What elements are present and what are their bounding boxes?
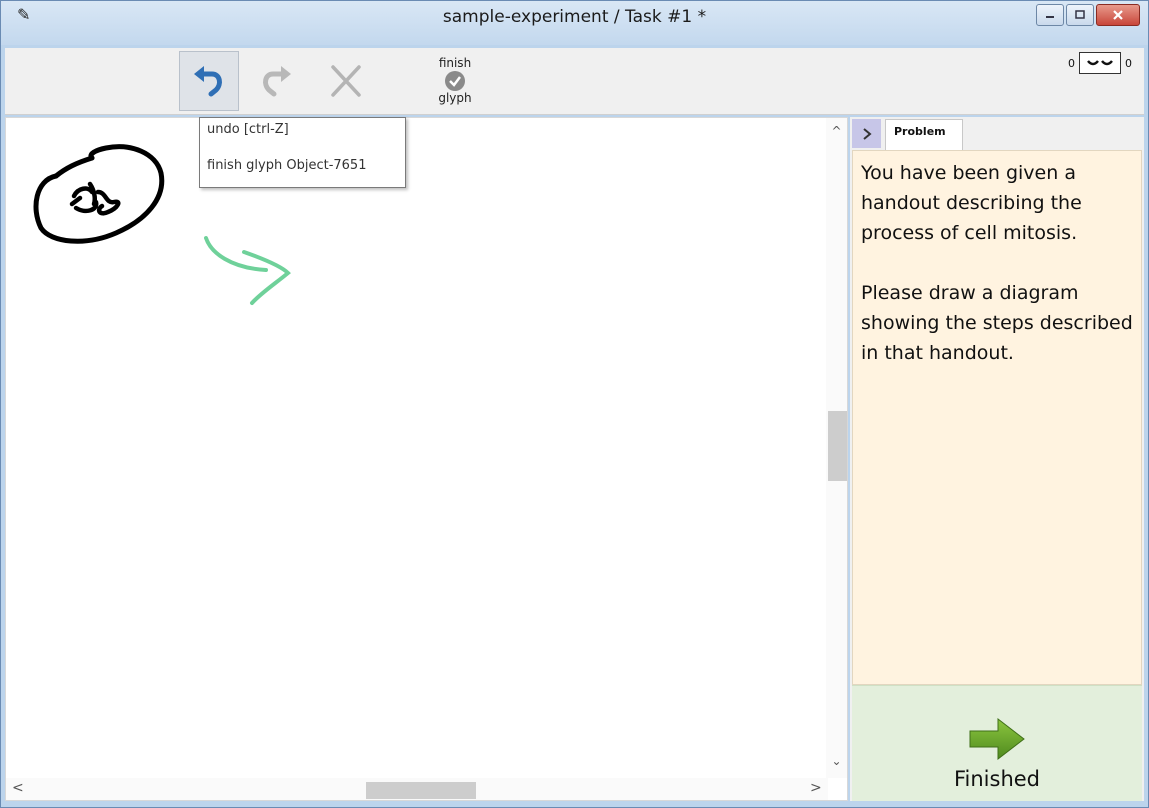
maximize-button[interactable] (1066, 4, 1094, 26)
window-title: sample-experiment / Task #1 * (442, 7, 707, 27)
panel-tab-bar: Problem (850, 117, 1144, 151)
finish-glyph-label-top: finish (438, 56, 472, 70)
face-icon (1079, 52, 1121, 74)
window-controls (1034, 4, 1140, 26)
collapse-panel-button[interactable] (852, 119, 881, 148)
undo-icon (194, 66, 222, 97)
vertical-scroll-thumb[interactable] (828, 411, 847, 481)
tooltip-line-undo: undo [ctrl-Z] (207, 122, 289, 137)
delete-button[interactable] (321, 51, 371, 111)
finish-glyph-label-bottom: glyph (438, 91, 472, 105)
redo-icon (263, 66, 291, 97)
tab-problem[interactable]: Problem (885, 119, 963, 151)
scroll-left-icon[interactable]: < (12, 780, 24, 796)
scroll-up-icon[interactable]: ^ (826, 124, 847, 138)
counter-right: 0 (1125, 56, 1132, 70)
problem-paragraph: Please draw a diagram showing the steps … (861, 282, 1133, 364)
scroll-right-icon[interactable]: > (810, 780, 822, 796)
counter-left: 0 (1068, 56, 1075, 70)
sketch-layer[interactable] (6, 118, 828, 778)
arrow-right-icon (969, 717, 1025, 761)
app-window: ✎ sample-experiment / Task #1 * finish g… (0, 0, 1149, 808)
side-panel: Problem You have been given a handout de… (850, 117, 1144, 801)
chevron-right-icon (862, 127, 872, 140)
close-button[interactable] (1096, 4, 1140, 26)
toolbar-tooltip: undo [ctrl-Z] finish glyph Object-7651 (199, 117, 406, 188)
x-icon (331, 65, 361, 97)
maximize-icon (1075, 10, 1085, 19)
problem-text: You have been given a handout describing… (852, 150, 1142, 685)
redo-button[interactable] (251, 51, 301, 111)
toolbar: finish glyph 0 0 (5, 48, 1144, 115)
undo-button[interactable] (179, 51, 239, 111)
finished-label: Finished (953, 767, 1041, 791)
vertical-scrollbar[interactable]: ^ ⌄ (826, 118, 847, 778)
tooltip-line-finish: finish glyph Object-7651 (207, 158, 367, 173)
drawing-canvas[interactable]: ^ ⌄ < > (5, 117, 848, 801)
title-bar: ✎ sample-experiment / Task #1 * (1, 1, 1148, 45)
minimize-icon (1046, 16, 1054, 18)
status-counter: 0 0 (1068, 52, 1132, 74)
checkmark-icon (445, 71, 465, 91)
close-icon (1113, 10, 1123, 20)
problem-paragraph: You have been given a handout describing… (861, 162, 1082, 244)
horizontal-scrollbar[interactable]: < > (6, 778, 828, 800)
green-arrow-sketch[interactable] (204, 236, 291, 305)
minimize-button[interactable] (1036, 4, 1064, 26)
scroll-down-icon[interactable]: ⌄ (826, 754, 847, 768)
finished-button[interactable]: Finished (852, 685, 1142, 801)
circled-glyph-sketch[interactable] (33, 144, 165, 244)
horizontal-scroll-thumb[interactable] (366, 782, 476, 799)
finish-glyph-button[interactable]: finish glyph (429, 51, 481, 111)
